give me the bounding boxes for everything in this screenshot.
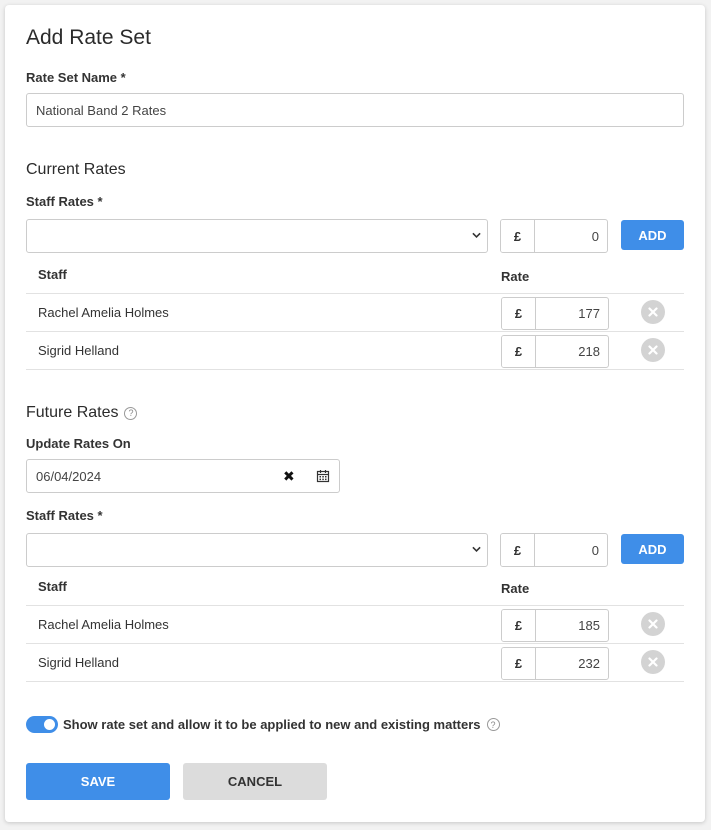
current-row-2-rate-input[interactable]: £ 218 [501,335,609,368]
future-row-1-remove-button[interactable] [641,612,665,636]
calendar-icon[interactable] [316,469,330,483]
divider [26,681,684,682]
divider [26,331,684,332]
rate-set-name-input[interactable]: National Band 2 Rates [26,93,684,127]
current-staff-rates-label: Staff Rates * [26,194,103,209]
current-new-rate-input[interactable]: £ 0 [500,219,608,253]
toggle-knob [44,719,55,730]
future-rates-heading: Future Rates [26,404,119,421]
update-rates-date-value: 06/04/2024 [36,468,102,484]
divider [26,605,684,606]
future-new-rate-value: 0 [591,542,599,558]
currency-symbol: £ [502,610,536,641]
page-title: Add Rate Set [26,26,151,49]
future-staff-rates-label: Staff Rates * [26,508,103,523]
update-rates-on-label: Update Rates On [26,436,131,451]
future-row-2-rate-input[interactable]: £ 232 [501,647,609,680]
future-row-1-rate-value: 185 [578,618,600,633]
future-row-1-staff: Rachel Amelia Holmes [38,617,169,632]
help-icon[interactable]: ? [486,718,500,731]
add-rate-set-dialog: Add Rate Set Rate Set Name * National Ba… [5,5,705,822]
future-new-rate-input[interactable]: £ 0 [500,533,608,567]
close-icon [648,345,658,355]
chevron-down-icon [472,232,481,239]
current-row-1-rate-value: 177 [578,306,600,321]
future-row-2-rate-value: 232 [578,656,600,671]
currency-symbol: £ [502,336,536,367]
current-row-2-staff: Sigrid Helland [38,343,119,358]
current-new-rate-value: 0 [591,228,599,244]
future-add-button[interactable]: ADD [621,534,684,564]
current-row-1-staff: Rachel Amelia Holmes [38,305,169,320]
current-staff-select[interactable] [26,219,488,253]
divider [26,293,684,294]
chevron-down-icon [472,546,481,553]
current-col-staff: Staff [38,267,67,282]
currency-symbol: £ [501,534,535,566]
show-rate-set-label: Show rate set and allow it to be applied… [63,717,481,732]
currency-symbol: £ [502,648,536,679]
rate-set-name-label: Rate Set Name * [26,70,126,85]
divider [26,369,684,370]
show-rate-set-toggle[interactable] [26,716,58,733]
rate-set-name-value: National Band 2 Rates [36,102,167,118]
future-col-rate: Rate [501,581,530,596]
current-add-button[interactable]: ADD [621,220,684,250]
current-row-2-remove-button[interactable] [641,338,665,362]
cancel-button[interactable]: CANCEL [183,763,327,800]
clear-date-icon[interactable]: ✖ [283,468,295,485]
future-row-2-remove-button[interactable] [641,650,665,674]
current-row-1-rate-input[interactable]: £ 177 [501,297,609,330]
help-icon[interactable]: ? [124,406,138,420]
close-icon [648,307,658,317]
close-icon [648,657,658,667]
future-col-staff: Staff [38,579,67,594]
future-rates-heading-group: Future Rates ? [26,404,138,422]
divider [26,643,684,644]
currency-symbol: £ [501,220,535,252]
update-rates-date-input[interactable]: 06/04/2024 ✖ [26,459,340,493]
current-rates-heading: Current Rates [26,161,126,178]
future-staff-select[interactable] [26,533,488,567]
current-row-1-remove-button[interactable] [641,300,665,324]
future-row-2-staff: Sigrid Helland [38,655,119,670]
current-row-2-rate-value: 218 [578,344,600,359]
current-col-rate: Rate [501,269,530,284]
close-icon [648,619,658,629]
future-row-1-rate-input[interactable]: £ 185 [501,609,609,642]
currency-symbol: £ [502,298,536,329]
toggle-label-group: Show rate set and allow it to be applied… [63,717,500,732]
save-button[interactable]: SAVE [26,763,170,800]
